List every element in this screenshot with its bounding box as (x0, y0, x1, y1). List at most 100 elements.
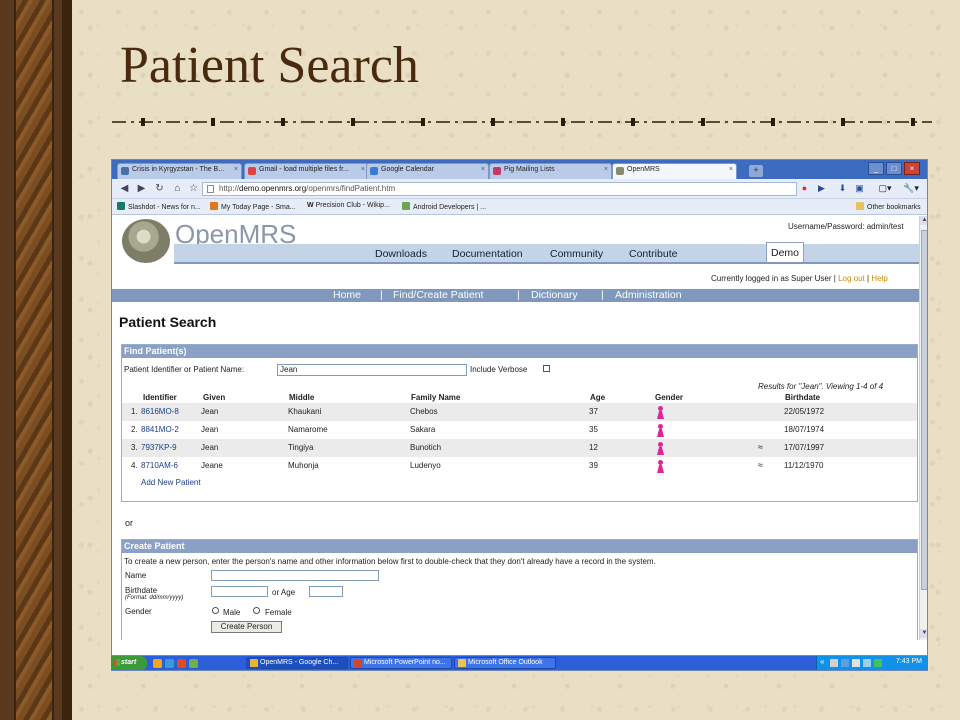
reload-icon[interactable]: ↻ (152, 182, 167, 196)
age: 37 (589, 407, 598, 416)
birthdate-format: (Format: dd/mm/yyyy) (125, 595, 184, 601)
row-number: 2. (131, 425, 138, 434)
scroll-down-icon[interactable]: ▼ (920, 629, 927, 638)
quick-launch-icon[interactable] (153, 659, 162, 668)
page-scrollbar[interactable]: ▲ ▼ (919, 216, 927, 640)
go-icon[interactable]: ▶ (815, 182, 828, 195)
name-input[interactable] (211, 570, 379, 581)
bookmarks-bar: Slashdot - News for n... My Today Page -… (112, 199, 927, 215)
outlook-icon (458, 659, 466, 667)
nav-find-create-patient[interactable]: Find/Create Patient (393, 289, 483, 302)
menu-demo[interactable]: Demo (766, 242, 804, 262)
close-icon[interactable]: × (234, 166, 238, 173)
add-new-patient-link[interactable]: Add New Patient (141, 478, 201, 487)
url-scheme: http:// (219, 184, 240, 193)
close-icon[interactable]: × (604, 166, 608, 173)
col-family-name: Family Name (411, 393, 461, 402)
patient-search-input[interactable]: Jean (277, 364, 467, 376)
age-input[interactable] (309, 586, 343, 597)
table-row[interactable]: 2. 8841MO-2 Jean Namarome Sakara 35 18/0… (122, 421, 917, 439)
female-radio[interactable] (253, 607, 260, 614)
results-summary: Results for "Jean". Viewing 1-4 of 4 (758, 382, 884, 391)
bookmark-slashdot[interactable]: Slashdot - News for n... (117, 202, 201, 211)
tray-icon[interactable] (852, 659, 860, 667)
table-row[interactable]: 1. 8616MO-8 Jean Khaukani Chebos 37 22/0… (122, 403, 917, 421)
birthdate: 18/07/1974 (784, 425, 825, 434)
quick-launch-icon[interactable] (189, 659, 198, 668)
logout-link[interactable]: Log out (838, 274, 865, 283)
menu-documentation[interactable]: Documentation (452, 248, 523, 260)
tab-crisis[interactable]: Crisis in Kyrgyzstan - The B... × (117, 163, 242, 179)
menu-contribute[interactable]: Contribute (629, 248, 677, 260)
close-window-button[interactable]: × (904, 162, 920, 175)
patient-identifier[interactable]: 8616MO-8 (141, 407, 179, 416)
col-birthdate: Birthdate (785, 393, 821, 402)
star-icon[interactable]: ☆ (186, 182, 201, 196)
patient-identifier[interactable]: 8710AM-6 (141, 461, 178, 470)
other-bookmarks[interactable]: Other bookmarks (856, 202, 921, 211)
minimize-button[interactable]: _ (868, 162, 884, 175)
close-icon[interactable]: × (481, 166, 485, 173)
quick-launch-icon[interactable] (165, 659, 174, 668)
birthdate: 22/05/1972 (784, 407, 825, 416)
openmrs-logo-icon (122, 219, 170, 263)
patient-identifier[interactable]: 7937KP-9 (141, 443, 177, 452)
include-verbose-checkbox[interactable] (543, 365, 550, 372)
given-name: Jeane (201, 461, 223, 470)
scroll-up-icon[interactable]: ▲ (920, 216, 927, 225)
address-bar[interactable]: http://demo.openmrs.org/openmrs/findPati… (202, 182, 797, 196)
bookmark-android[interactable]: Android Developers | ... (402, 202, 486, 211)
tray-icon[interactable] (863, 659, 871, 667)
favicon-icon (493, 167, 501, 175)
menu-community[interactable]: Community (550, 248, 603, 260)
bookmark-icon[interactable]: ▣ (853, 182, 866, 195)
tray-expand-icon[interactable]: « (820, 657, 824, 666)
stop-icon[interactable]: ● (798, 182, 811, 195)
tray-icon[interactable] (830, 659, 838, 667)
bookmark-my-today[interactable]: My Today Page - Sma... (210, 202, 296, 211)
nav-dictionary[interactable]: Dictionary (531, 289, 578, 302)
tab-pig[interactable]: Pig Mailing Lists × (489, 163, 612, 179)
tab-calendar[interactable]: Google Calendar × (366, 163, 489, 179)
forward-icon[interactable]: ▶ (134, 182, 149, 196)
new-tab-button[interactable]: + (749, 165, 763, 177)
estimated-icon: ≈ (758, 460, 763, 470)
quick-launch-icon[interactable] (177, 659, 186, 668)
close-icon[interactable]: × (729, 166, 733, 173)
start-button[interactable]: start (111, 656, 147, 670)
table-row[interactable]: 3. 7937KP-9 Jean Tingiya Bunotich 12 ≈ 1… (122, 439, 917, 457)
maximize-button[interactable]: □ (886, 162, 902, 175)
bookmark-precision-club[interactable]: W Precision Club - Wikip... (307, 202, 390, 209)
tab-openmrs[interactable]: OpenMRS × (612, 163, 737, 179)
home-icon[interactable]: ⌂ (170, 182, 185, 196)
scroll-thumb[interactable] (921, 230, 927, 590)
page-icon (207, 185, 214, 193)
tray-icon[interactable] (874, 659, 882, 667)
tray-icon[interactable] (841, 659, 849, 667)
birthdate-input[interactable] (211, 586, 268, 597)
middle-name: Namarome (288, 425, 328, 434)
download-icon[interactable]: ⬇ (836, 182, 849, 195)
menu-downloads[interactable]: Downloads (375, 248, 427, 260)
task-outlook[interactable]: Microsoft Office Outlook (454, 657, 556, 669)
help-link[interactable]: Help (871, 274, 887, 283)
create-person-button[interactable]: Create Person (211, 621, 282, 633)
tab-gmail[interactable]: Gmail - load multiple files fr... × (244, 163, 369, 179)
male-radio[interactable] (212, 607, 219, 614)
task-powerpoint[interactable]: Microsoft PowerPoint no... (350, 657, 452, 669)
female-icon (657, 460, 664, 473)
nav-administration[interactable]: Administration (615, 289, 682, 302)
page-menu-icon[interactable]: ▢▾ (874, 182, 896, 195)
tab-strip: Crisis in Kyrgyzstan - The B... × Gmail -… (112, 160, 927, 179)
rss-icon (210, 202, 218, 210)
table-row[interactable]: 4. 8710AM-6 Jeane Muhonja Ludenyo 39 ≈ 1… (122, 457, 917, 475)
estimated-icon: ≈ (758, 442, 763, 452)
slide-divider (112, 118, 932, 126)
male-label: Male (223, 608, 241, 617)
nav-home[interactable]: Home (333, 289, 361, 302)
tools-menu-icon[interactable]: 🔧▾ (899, 182, 923, 195)
patient-identifier[interactable]: 8841MO-2 (141, 425, 179, 434)
back-icon[interactable]: ◀ (117, 182, 132, 196)
close-icon[interactable]: × (361, 166, 365, 173)
task-openmrs-chrome[interactable]: OpenMRS - Google Ch... (246, 657, 348, 669)
